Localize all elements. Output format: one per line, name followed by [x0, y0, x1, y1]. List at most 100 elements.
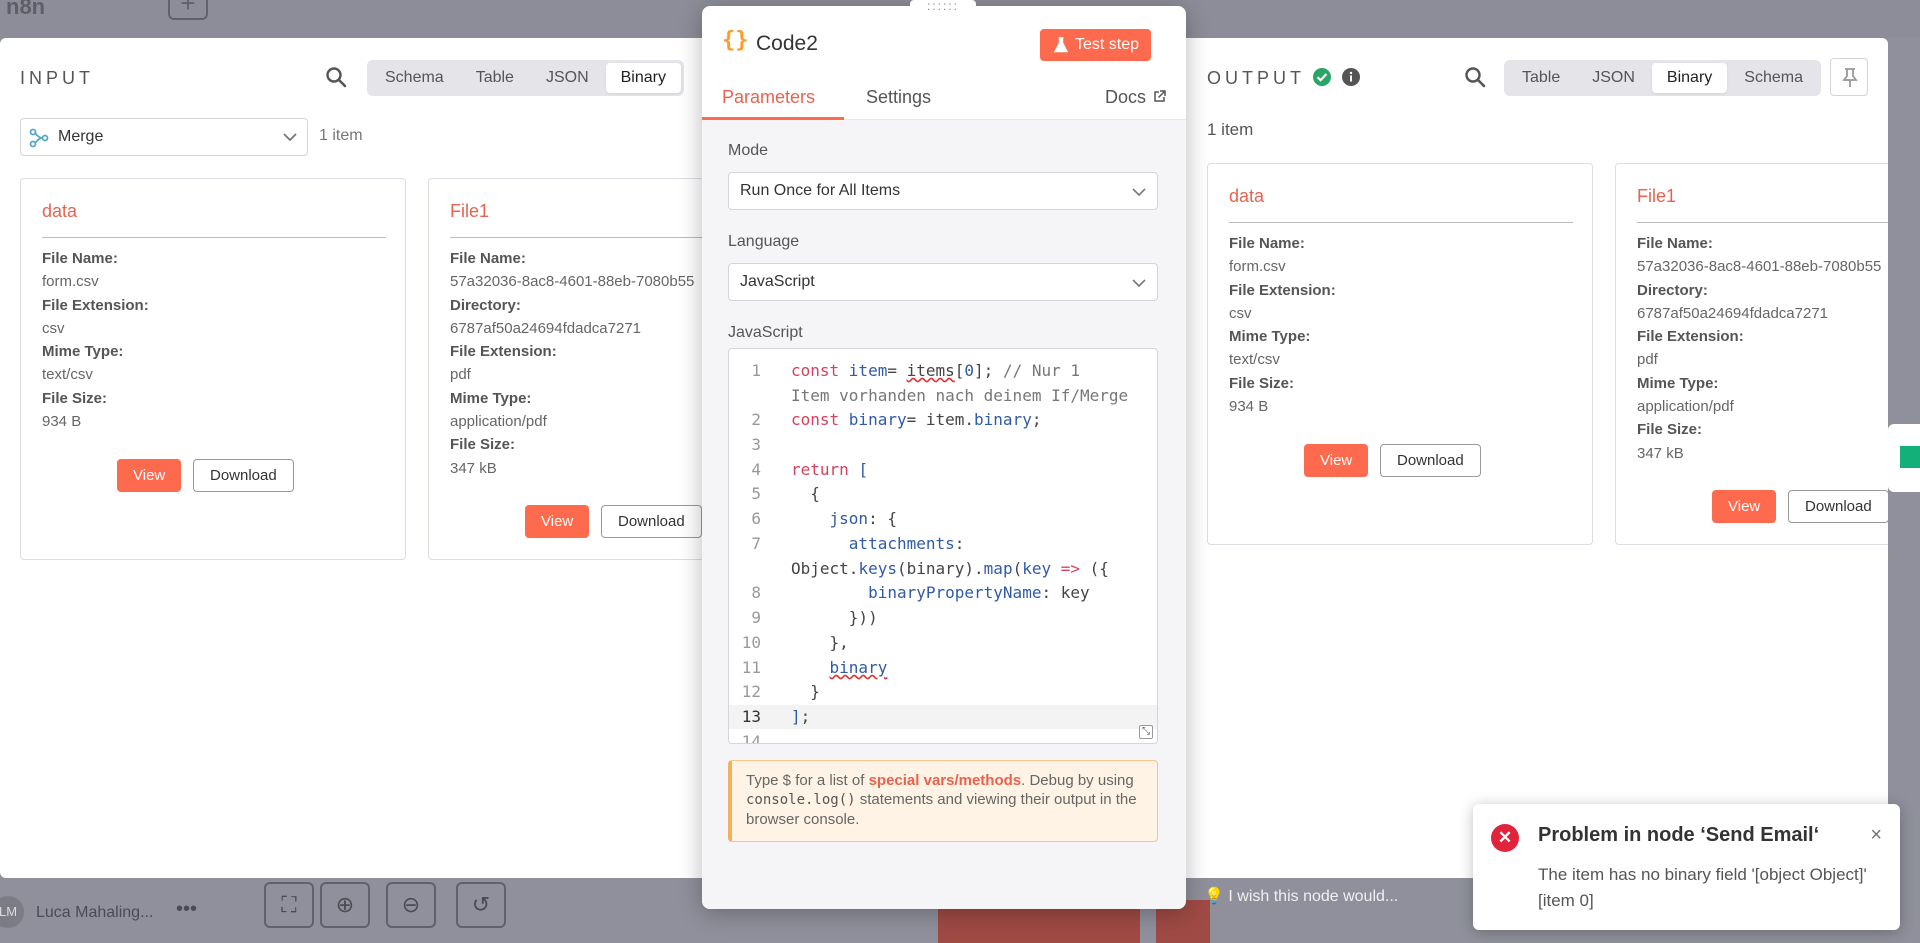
- chevron-down-icon: [1132, 188, 1146, 197]
- code-line: const item= items[0]; // Nur 1: [791, 361, 1081, 380]
- download-button[interactable]: Download: [193, 459, 294, 492]
- user-name: Luca Mahaling...: [36, 904, 154, 921]
- input-binary-card-data: data File Name: form.csv File Extension:…: [20, 178, 406, 560]
- field-value: 6787af50a24694fdadca7271: [450, 319, 642, 337]
- card-divider: [42, 237, 386, 238]
- resize-handle-icon[interactable]: ⤡: [1139, 725, 1153, 739]
- output-tab-schema[interactable]: Schema: [1729, 63, 1818, 93]
- fit-view-icon[interactable]: ⛶: [264, 882, 314, 928]
- line-number: 5: [751, 484, 761, 503]
- add-node-button[interactable]: +: [168, 0, 208, 20]
- zoom-out-icon[interactable]: ⊖: [386, 882, 436, 928]
- node-title[interactable]: Code2: [756, 32, 818, 56]
- field-key: Directory:: [1637, 281, 1708, 299]
- mode-label: Mode: [728, 142, 769, 159]
- code-icon: {}: [722, 28, 749, 53]
- error-icon: ✕: [1491, 824, 1519, 852]
- special-vars-link[interactable]: special vars/methods: [869, 772, 1022, 789]
- code-editor[interactable]: 1 2 3 4 5 6 7 8 9 10 11 12 13 14 const i…: [728, 348, 1158, 744]
- field-key: File Name:: [1229, 235, 1305, 252]
- field-value: application/pdf: [450, 413, 547, 431]
- chevron-down-icon: [1132, 279, 1146, 288]
- field-value: 347 kB: [450, 459, 497, 477]
- node-tabs: Parameters Settings Docs: [702, 76, 1186, 120]
- field-key: File Size:: [1637, 421, 1703, 439]
- chevron-down-icon: [283, 133, 297, 142]
- field-key: Mime Type:: [1229, 328, 1311, 346]
- code-node-panel: :::::: {} Code2 Test step Parameters Set…: [702, 0, 1186, 909]
- output-view-tabs: Table JSON Binary Schema: [1504, 60, 1821, 96]
- output-search-icon[interactable]: [1464, 66, 1486, 88]
- undo-icon[interactable]: ↺: [456, 882, 506, 928]
- input-search-icon[interactable]: [325, 66, 347, 88]
- input-node-name: Merge: [58, 128, 104, 145]
- input-tab-table[interactable]: Table: [461, 63, 529, 93]
- card-title: data: [1229, 186, 1265, 206]
- language-select[interactable]: JavaScript: [728, 263, 1158, 301]
- docs-link[interactable]: Docs: [1105, 87, 1166, 108]
- info-icon[interactable]: [1342, 68, 1360, 86]
- input-items-count: 1 item: [319, 127, 363, 144]
- field-key: Mime Type:: [1637, 374, 1719, 392]
- code-line: binaryPropertyName: key: [868, 583, 1090, 602]
- card-title: File1: [450, 201, 490, 221]
- zoom-in-icon[interactable]: ⊕: [320, 882, 370, 928]
- field-value: 934 B: [1229, 398, 1269, 416]
- line-number: 2: [751, 410, 761, 429]
- view-button[interactable]: View: [117, 459, 182, 492]
- toast-message: The item has no binary field '[object Ob…: [1538, 865, 1867, 910]
- input-tab-json[interactable]: JSON: [531, 63, 604, 93]
- view-button[interactable]: View: [1712, 490, 1777, 523]
- output-tab-json[interactable]: JSON: [1577, 63, 1650, 93]
- tab-settings[interactable]: Settings: [866, 87, 931, 108]
- test-step-label: Test step: [1075, 36, 1140, 53]
- view-button[interactable]: View: [525, 505, 590, 538]
- close-icon[interactable]: ×: [1870, 824, 1882, 847]
- node-parameters: Mode Run Once for All Items Language Jav…: [702, 120, 1186, 909]
- language-value: JavaScript: [740, 273, 815, 290]
- input-node-select[interactable]: Merge: [20, 118, 308, 156]
- test-step-button[interactable]: Test step: [1040, 29, 1152, 61]
- view-button[interactable]: View: [1304, 444, 1369, 477]
- field-value: form.csv: [1229, 258, 1286, 276]
- mode-select[interactable]: Run Once for All Items: [728, 172, 1158, 210]
- drag-handle[interactable]: ::::::: [910, 0, 976, 14]
- right-edge-tab[interactable]: [1888, 424, 1920, 492]
- input-view-tabs: Schema Table JSON Binary: [367, 60, 684, 96]
- code-line: }: [791, 682, 820, 701]
- input-tab-binary[interactable]: Binary: [605, 63, 681, 93]
- field-key: File Name:: [1637, 235, 1713, 252]
- code-line: },: [791, 633, 849, 652]
- input-tab-schema[interactable]: Schema: [370, 63, 459, 93]
- field-key: File Extension:: [1637, 328, 1744, 346]
- card-title: data: [42, 201, 78, 221]
- card-divider: [1637, 222, 1888, 223]
- download-button[interactable]: Download: [1380, 444, 1481, 477]
- code-line: Item vorhanden nach deinem If/Merge: [791, 386, 1129, 405]
- feedback-prompt[interactable]: 💡 I wish this node would...: [1204, 886, 1398, 906]
- code-hint: Type $ for a list of special vars/method…: [728, 760, 1158, 842]
- input-label: INPUT: [20, 68, 94, 88]
- pin-data-button[interactable]: [1830, 58, 1868, 96]
- field-value: form.csv: [42, 273, 99, 291]
- user-menu-button[interactable]: •••: [176, 898, 197, 921]
- docs-label: Docs: [1104, 87, 1146, 107]
- download-button[interactable]: Download: [1788, 490, 1888, 523]
- error-toast: ✕ Problem in node ‘Send Email‘ The item …: [1473, 804, 1900, 930]
- field-key: File Extension:: [42, 296, 149, 314]
- field-value: application/pdf: [1637, 398, 1734, 416]
- code-label: JavaScript: [728, 324, 803, 341]
- line-number: 6: [751, 509, 761, 528]
- download-button[interactable]: Download: [601, 505, 702, 538]
- input-binary-card-file1: File1 File Name: 57a32036-8ac8-4601-88eb…: [428, 178, 728, 560]
- flask-icon: [1054, 37, 1068, 53]
- field-value: pdf: [450, 366, 471, 384]
- code-line: const binary= item.binary;: [791, 410, 1042, 429]
- card-title: File1: [1637, 186, 1677, 206]
- line-number: 10: [741, 633, 761, 652]
- code-line: binary: [829, 658, 888, 677]
- output-tab-binary[interactable]: Binary: [1651, 63, 1728, 93]
- tab-parameters[interactable]: Parameters: [722, 87, 815, 108]
- field-key: File Size:: [450, 436, 516, 454]
- output-tab-table[interactable]: Table: [1507, 63, 1575, 93]
